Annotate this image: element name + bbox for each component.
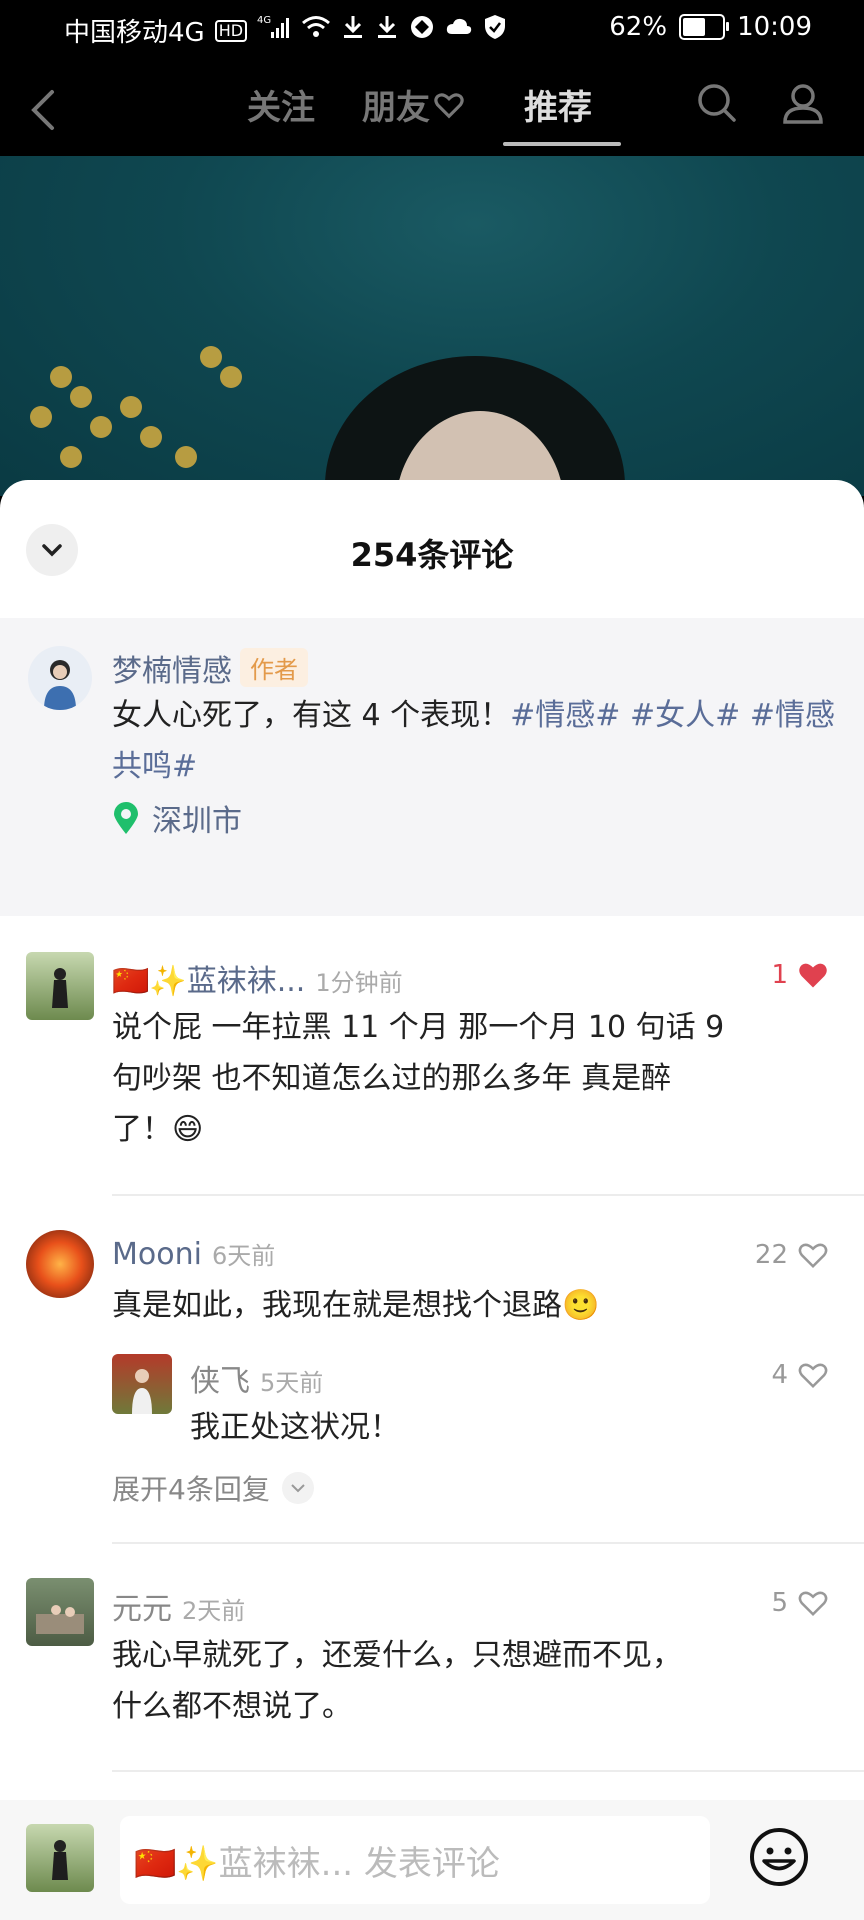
comment-text: 我心早就死了，还爱什么，只想避而不见， 什么都不想说了。	[112, 1630, 812, 1732]
comment-input[interactable]: 🇨🇳✨蓝袜袜... 发表评论	[120, 1816, 710, 1904]
svg-text:4G: 4G	[257, 15, 271, 26]
reply-like-button[interactable]: 4	[771, 1360, 828, 1390]
user-name[interactable]: 🇨🇳✨蓝袜袜...	[112, 964, 305, 999]
comment-line: 说个屁 一年拉黑 11 个月 那一个月 10 句话 9	[112, 1010, 725, 1045]
signal-icon: 4G	[257, 14, 291, 48]
reply-time: 5天前	[260, 1369, 324, 1397]
reply-header: 侠飞 5天前	[190, 1356, 323, 1400]
comment-time: 1分钟前	[315, 969, 403, 997]
active-tab-indicator	[503, 142, 621, 146]
location-label: 深圳市	[152, 804, 242, 839]
battery-percent: 62%	[609, 12, 668, 42]
hashtag[interactable]: 共鸣#	[112, 749, 197, 784]
wifi-icon	[301, 15, 331, 47]
expand-replies-label: 展开4条回复	[112, 1473, 270, 1506]
post-text: 女人心死了，有这 4 个表现！	[112, 698, 511, 733]
cloud-icon	[445, 16, 473, 46]
comment-input-placeholder: 🇨🇳✨蓝袜袜... 发表评论	[134, 1843, 500, 1884]
comment-header: Mooni 6天前	[112, 1236, 275, 1272]
author-avatar[interactable]	[28, 646, 92, 710]
user-avatar[interactable]	[26, 952, 94, 1020]
heart-outline-icon	[798, 1591, 828, 1617]
shield-icon	[483, 14, 507, 48]
divider	[112, 1770, 864, 1772]
like-button[interactable]: 22	[755, 1240, 828, 1270]
heart-filled-icon	[799, 963, 827, 988]
comment-line: 了！😄	[112, 1112, 204, 1147]
user-avatar[interactable]	[26, 1230, 94, 1298]
comment-line: 什么都不想说了。	[112, 1689, 352, 1724]
like-button[interactable]: 1	[771, 960, 828, 990]
comment-compose-bar: 🇨🇳✨蓝袜袜... 发表评论	[0, 1800, 864, 1920]
expand-replies-button[interactable]: 展开4条回复	[112, 1468, 314, 1508]
author-post-text: 女人心死了，有这 4 个表现！#情感# #女人# #情感共鸣#	[112, 690, 842, 792]
hashtag[interactable]: #情感#	[510, 698, 620, 733]
back-icon[interactable]	[28, 88, 58, 136]
comments-sheet: 254条评论 梦楠情感 作者 女人心死了，有这 4 个表现！#情感# #女人# #…	[0, 480, 864, 1920]
reply-user-name[interactable]: 侠飞	[190, 1364, 250, 1399]
carrier-label: 中国移动4G	[64, 18, 205, 48]
heart-outline-icon	[798, 1363, 828, 1389]
heart-outline-icon	[434, 92, 464, 118]
battery-icon	[679, 14, 730, 40]
comment-text: 说个屁 一年拉黑 11 个月 那一个月 10 句话 9 句吵架 也不知道怎么过的…	[112, 1002, 812, 1155]
like-count: 22	[754, 1240, 788, 1270]
location-link[interactable]: 深圳市	[112, 796, 242, 840]
like-count: 5	[771, 1588, 788, 1618]
like-count: 4	[771, 1360, 788, 1390]
hashtag[interactable]: #情感	[750, 698, 835, 733]
user-name[interactable]: Mooni	[112, 1237, 202, 1272]
chevron-down-icon	[281, 1472, 314, 1504]
divider	[112, 1194, 864, 1196]
hashtag[interactable]: #女人#	[630, 698, 740, 733]
like-count: 1	[771, 960, 788, 990]
my-avatar[interactable]	[26, 1824, 94, 1892]
top-nav: 关注 朋友 推荐	[0, 60, 864, 156]
comments-count-title: 254条评论	[350, 536, 514, 574]
tab-follow[interactable]: 关注	[247, 80, 315, 129]
profile-icon[interactable]	[782, 82, 824, 128]
clock: 10:09	[737, 12, 812, 42]
app-icon	[409, 14, 435, 48]
tab-recommend[interactable]: 推荐	[524, 80, 592, 129]
heart-outline-icon	[798, 1243, 828, 1269]
comment-header: 🇨🇳✨蓝袜袜... 1分钟前	[112, 956, 403, 1000]
comment-line: 句吵架 也不知道怎么过的那么多年 真是醉	[112, 1061, 672, 1096]
author-badge: 作者	[240, 648, 308, 687]
battery-fill	[683, 18, 706, 36]
author-name-row: 梦楠情感 作者	[112, 646, 308, 690]
divider	[112, 1542, 864, 1544]
location-pin-icon	[114, 802, 138, 834]
download-icon	[375, 14, 399, 48]
reply-avatar[interactable]	[112, 1354, 172, 1414]
comment-time: 2天前	[182, 1597, 246, 1625]
user-name[interactable]: 元元	[112, 1592, 172, 1627]
status-bar: 中国移动4G HD 4G 62% 10:09	[0, 0, 864, 60]
comment-text: 真是如此，我现在就是想找个退路🙂	[112, 1280, 812, 1331]
user-avatar[interactable]	[26, 1578, 94, 1646]
download-icon	[341, 14, 365, 48]
tab-friends-label: 朋友	[362, 88, 430, 128]
emoji-icon[interactable]	[748, 1826, 810, 1892]
author-name[interactable]: 梦楠情感	[112, 654, 232, 689]
search-icon[interactable]	[696, 82, 738, 128]
comment-line: 真是如此，我现在就是想找个退路🙂	[112, 1288, 600, 1323]
video-background[interactable]	[0, 156, 864, 496]
comment-time: 6天前	[211, 1242, 276, 1270]
tab-friends[interactable]: 朋友	[362, 80, 464, 129]
hd-icon: HD	[214, 19, 248, 42]
like-button[interactable]: 5	[771, 1588, 828, 1618]
comment-header: 元元 2天前	[112, 1584, 245, 1628]
author-post-card: 梦楠情感 作者 女人心死了，有这 4 个表现！#情感# #女人# #情感共鸣# 深…	[0, 618, 864, 916]
reply-text: 我正处这状况！	[190, 1410, 400, 1445]
comment-line: 我心早就死了，还爱什么，只想避而不见，	[112, 1638, 682, 1673]
